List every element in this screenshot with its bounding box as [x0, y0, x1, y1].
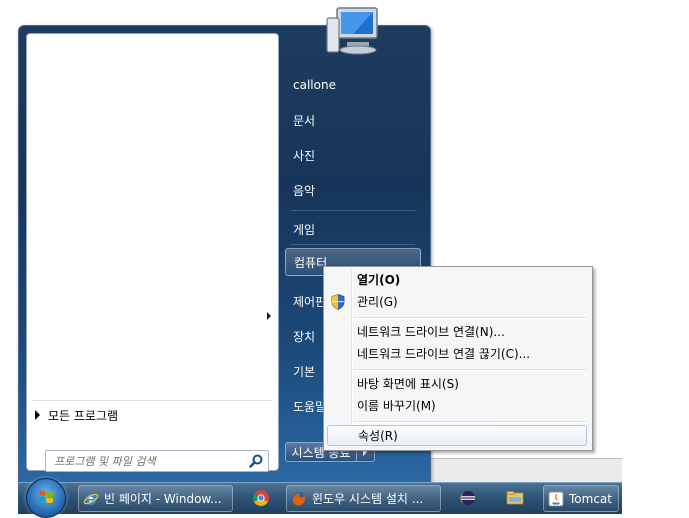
menu-item-label: 바탕 화면에 표시(S) — [357, 377, 459, 391]
menu-item-disconnect-network-drive[interactable]: 네트워크 드라이브 연결 끊기(C)... — [327, 343, 587, 364]
all-programs-label: 모든 프로그램 — [48, 408, 119, 423]
right-item-documents[interactable]: 문서 — [285, 106, 421, 134]
search-icon[interactable] — [248, 453, 264, 469]
taskbar-button-label: 빈 페이지 - Window... — [104, 492, 222, 506]
right-item-games[interactable]: 게임 — [285, 215, 421, 243]
right-item-label: 음악 — [293, 183, 316, 198]
search-input[interactable] — [52, 452, 242, 471]
computer-icon — [326, 7, 378, 55]
taskbar: 빈 페이지 - Window... 윈도우 시스템 설치 ... Tomcat — [18, 478, 622, 518]
taskbar-button-ie[interactable]: 빈 페이지 - Window... — [78, 485, 233, 512]
menu-item-properties[interactable]: 속성(R) — [327, 425, 587, 446]
right-item-label: 제어판 — [293, 294, 327, 309]
right-item-label: 장치 — [293, 329, 316, 344]
menu-item-label: 이름 바꾸기(M) — [357, 399, 436, 413]
right-item-label: 게임 — [293, 222, 316, 237]
java-icon — [548, 491, 564, 506]
right-item-label: 사진 — [293, 148, 316, 163]
menu-item-label: 열기(O) — [357, 273, 401, 287]
menu-item-label: 네트워크 드라이브 연결 끊기(C)... — [357, 347, 531, 361]
menu-separator — [354, 369, 587, 371]
eclipse-icon[interactable] — [458, 488, 478, 508]
programs-pane: 모든 프로그램 — [26, 33, 279, 472]
menu-item-rename[interactable]: 이름 바꾸기(M) — [327, 395, 587, 416]
menu-item-label: 네트워크 드라이브 연결(N)... — [357, 325, 505, 339]
taskbar-button-firefox[interactable]: 윈도우 시스템 설치 ... — [286, 485, 441, 512]
firefox-icon — [292, 491, 306, 506]
menu-separator — [354, 317, 587, 319]
right-item-label: callone — [293, 78, 336, 92]
menu-item-manage[interactable]: 관리(G) — [327, 291, 587, 312]
divider — [291, 210, 415, 211]
taskbar-button-label: 윈도우 시스템 설치 ... — [312, 492, 424, 506]
submenu-arrow-icon — [267, 312, 271, 320]
windows-logo-icon — [39, 490, 53, 504]
menu-item-label: 속성(R) — [358, 429, 398, 443]
taskbar-button-tomcat[interactable]: Tomcat — [543, 485, 619, 512]
divider — [291, 244, 415, 245]
start-button[interactable] — [26, 478, 66, 518]
internet-explorer-icon — [83, 493, 99, 505]
context-menu: 열기(O) 관리(G) 네트워크 드라이브 연결(N)... 네트워크 드라이브… — [323, 266, 593, 451]
right-item-music[interactable]: 음악 — [285, 176, 421, 204]
divider — [32, 400, 272, 401]
menu-item-label: 관리(G) — [357, 295, 398, 309]
expand-triangle-icon — [35, 410, 40, 420]
desktop-background — [429, 458, 622, 484]
right-item-label: 기본 — [293, 364, 316, 379]
chrome-icon[interactable] — [251, 488, 271, 508]
right-item-label: 문서 — [293, 113, 316, 128]
menu-item-open[interactable]: 열기(O) — [327, 269, 587, 290]
menu-separator — [354, 421, 587, 423]
menu-item-show-on-desktop[interactable]: 바탕 화면에 표시(S) — [327, 373, 587, 394]
right-item-pictures[interactable]: 사진 — [285, 141, 421, 169]
explorer-folder-icon[interactable] — [505, 488, 525, 508]
right-item-label: 도움말 — [293, 399, 327, 414]
all-programs-button[interactable]: 모든 프로그램 — [35, 404, 265, 426]
search-box[interactable] — [45, 450, 269, 472]
menu-item-map-network-drive[interactable]: 네트워크 드라이브 연결(N)... — [327, 321, 587, 342]
right-item-user[interactable]: callone — [285, 71, 421, 99]
taskbar-button-label: Tomcat — [569, 491, 612, 506]
